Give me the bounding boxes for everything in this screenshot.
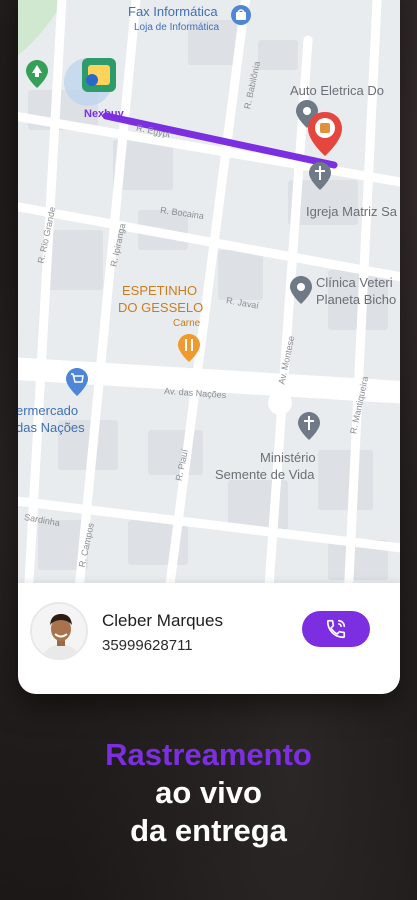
- phone-frame: Fax Informática Loja de Informática Auto…: [18, 0, 400, 694]
- cross-icon: [309, 162, 331, 190]
- poi-espetinho-label-1: ESPETINHO: [122, 283, 198, 298]
- avatar: [30, 602, 88, 660]
- headline-line-1: Rastreamento: [105, 737, 312, 772]
- poi-espetinho-label-2: DO GESSELO: [118, 300, 204, 315]
- poi-fax-label: Fax Informática: [128, 4, 218, 19]
- destination-pin-icon[interactable]: [308, 112, 342, 156]
- poi-clinica-label-1: Clínica Veteri: [316, 275, 393, 290]
- call-button[interactable]: [302, 611, 370, 647]
- poi-auto-label: Auto Eletrica Do: [290, 83, 384, 98]
- courier-card: Cleber Marques 35999628711: [18, 583, 400, 694]
- headline-line-2: ao vivo: [155, 775, 262, 810]
- store-name-label: Nexbuy: [84, 108, 124, 120]
- store-marker[interactable]: [64, 56, 116, 108]
- poi-mercado-label-1: ermercado: [18, 403, 79, 418]
- poi-espetinho-sublabel: Carne: [173, 318, 201, 329]
- courier-phone: 35999628711: [102, 637, 193, 654]
- poi-fax-sublabel: Loja de Informática: [134, 22, 220, 33]
- tree-icon: [26, 60, 48, 88]
- shopping-cart-icon: [66, 368, 88, 396]
- poi-ministerio-label-2: Semente de Vida: [215, 467, 315, 482]
- store-bag-icon: [230, 4, 252, 26]
- promo-headline: Rastreamento ao vivo da entrega: [0, 736, 417, 850]
- map-pin-icon: [290, 276, 312, 304]
- poi-mercado-label-2: das Nações: [18, 420, 85, 435]
- phone-call-icon: [326, 619, 346, 639]
- poi-igreja-label: Igreja Matriz Sa: [306, 204, 398, 219]
- cross-icon: [298, 412, 320, 440]
- fork-knife-icon: [178, 334, 200, 362]
- store-icon: [64, 58, 116, 106]
- poi-clinica-label-2: Planeta Bicho: [316, 292, 397, 307]
- poi-ministerio-label-1: Ministério: [260, 450, 316, 465]
- delivery-map[interactable]: Fax Informática Loja de Informática Auto…: [18, 0, 400, 600]
- headline-line-3: da entrega: [130, 813, 287, 848]
- courier-name: Cleber Marques: [102, 611, 223, 630]
